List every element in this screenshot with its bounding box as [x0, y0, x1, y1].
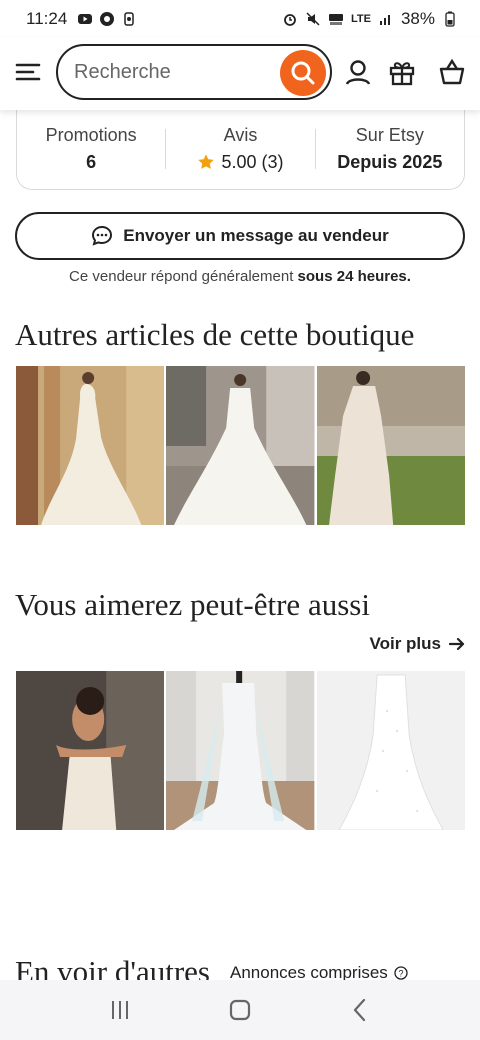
- stat-value: Depuis 2025: [337, 151, 443, 172]
- message-seller-button[interactable]: Envoyer un message au vendeur: [15, 212, 465, 260]
- product-thumb-sparkle-tulle-dress[interactable]: [316, 671, 465, 830]
- dress-image: [166, 671, 315, 830]
- reply-note-prefix: Ce vendeur répond généralement: [69, 268, 298, 285]
- recommended-title: Vous aimerez peut-être aussi: [15, 587, 370, 622]
- shop-items-grid: [16, 366, 465, 525]
- gift-icon[interactable]: [388, 58, 416, 86]
- svg-text:?: ?: [398, 969, 403, 979]
- system-indicators: LTE 38%: [282, 9, 458, 29]
- dress-image: [316, 671, 465, 830]
- watch-icon: [124, 12, 135, 26]
- battery-percent: 38%: [400, 9, 435, 28]
- stat-value: 6: [86, 151, 97, 172]
- aperture-icon: [100, 12, 115, 26]
- dress-image: [16, 366, 165, 525]
- see-more-label: Voir plus: [369, 634, 441, 653]
- chat-icon: [92, 225, 113, 246]
- home-icon[interactable]: [226, 996, 254, 1024]
- product-thumb-lace-long-sleeve-dress[interactable]: [316, 366, 465, 525]
- search-button[interactable]: [280, 50, 326, 96]
- back-icon[interactable]: [346, 996, 374, 1024]
- app-header: [0, 38, 480, 110]
- alarm-icon: [284, 14, 296, 26]
- message-seller-label: Envoyer un message au vendeur: [123, 226, 389, 245]
- reply-note-time: sous 24 heures.: [297, 268, 411, 285]
- stat-value-row: 5.00 (3): [197, 151, 284, 173]
- star-icon: [198, 154, 215, 169]
- recommended-grid: [16, 671, 465, 830]
- mute-icon: [306, 12, 320, 26]
- product-thumb-satin-model-dress[interactable]: [16, 671, 165, 830]
- signal-icon: [379, 15, 390, 25]
- product-thumb-satin-ballgown[interactable]: [166, 366, 315, 525]
- network-type: LTE: [351, 13, 371, 25]
- battery-icon: [445, 11, 455, 27]
- cart-icon[interactable]: [438, 58, 466, 86]
- reply-time-note: Ce vendeur répond généralement sous 24 h…: [0, 268, 480, 285]
- stat-on-etsy: Sur Etsy Depuis 2025: [316, 125, 464, 173]
- notification-icons: [77, 11, 137, 27]
- system-nav-bar: [0, 980, 480, 1040]
- stat-reviews[interactable]: Avis 5.00 (3): [166, 125, 314, 173]
- see-more-link[interactable]: Voir plus: [370, 634, 465, 654]
- stat-label: Sur Etsy: [355, 124, 424, 145]
- product-thumb-mannequin-train-dress[interactable]: [166, 671, 315, 830]
- account-icon[interactable]: [344, 58, 372, 86]
- status-time: 11:24: [26, 9, 68, 28]
- search-icon: [291, 61, 315, 85]
- hd-voice-icon: [329, 14, 343, 25]
- menu-icon[interactable]: [14, 58, 42, 86]
- recent-apps-icon[interactable]: [106, 996, 134, 1024]
- shop-stats-card: Promotions 6 Avis 5.00 (3) Sur Etsy Depu…: [16, 108, 465, 190]
- shop-items-title: Autres articles de cette boutique: [15, 317, 415, 352]
- stat-label: Promotions: [45, 124, 137, 145]
- search-bar[interactable]: [56, 44, 332, 100]
- youtube-icon: [78, 14, 93, 24]
- stat-promotions: Promotions 6: [17, 125, 165, 173]
- help-icon: ?: [394, 966, 408, 980]
- dress-image: [316, 366, 465, 525]
- product-thumb-mermaid-lace-dress[interactable]: [16, 366, 165, 525]
- dress-image: [16, 671, 165, 830]
- dress-image: [166, 366, 315, 525]
- search-input[interactable]: [74, 60, 264, 84]
- arrow-right-icon: [449, 637, 465, 651]
- status-bar: 11:24 LTE 38%: [0, 0, 480, 38]
- stat-value: 5.00 (3): [221, 151, 284, 172]
- stat-label: Avis: [223, 124, 258, 145]
